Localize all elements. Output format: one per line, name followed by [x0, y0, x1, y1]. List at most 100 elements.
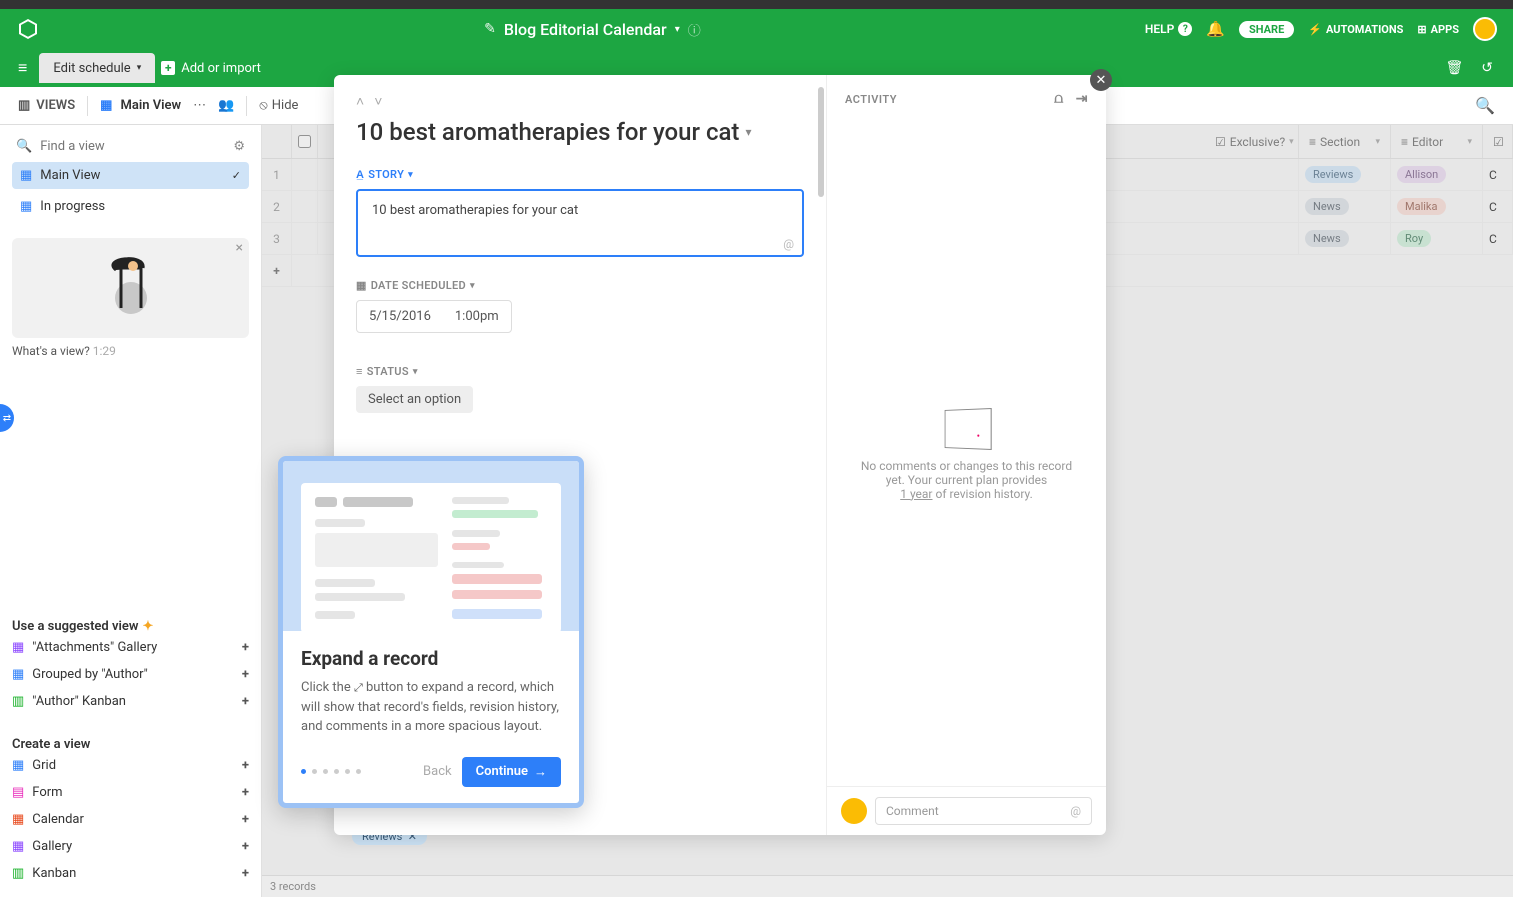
col-label: Section [1320, 135, 1360, 149]
suggested-author-kanban[interactable]: ▥"Author" Kanban+ [12, 688, 249, 715]
avatar[interactable] [1473, 17, 1497, 41]
search-icon[interactable]: 🔍 [1475, 96, 1495, 115]
time-value: 1:00pm [443, 301, 511, 332]
history-icon[interactable]: ↺ [1481, 60, 1493, 76]
cell-section[interactable]: News [1299, 191, 1391, 222]
col-editor[interactable]: ≡Editor▾ [1391, 125, 1483, 158]
promo-caption[interactable]: What's a view? 1:29 [12, 344, 249, 358]
edit-title-icon[interactable]: ✎ [484, 21, 496, 37]
caret-icon[interactable]: ▾ [1289, 137, 1294, 147]
field-label-status[interactable]: ≡ STATUS ▾ [356, 365, 804, 378]
automations-button[interactable]: ⚡ AUTOMATIONS [1308, 23, 1403, 36]
mention-icon[interactable]: @ [1070, 804, 1081, 818]
sidebar-view-inprogress[interactable]: ▦ In progress [12, 193, 249, 220]
share-button[interactable]: SHARE [1239, 21, 1294, 38]
suggested-grouped-author[interactable]: ▦Grouped by "Author"+ [12, 661, 249, 688]
status-select[interactable]: Select an option [356, 386, 473, 413]
rss-icon[interactable]: ⩍ [1054, 91, 1064, 107]
row-checkbox-cell[interactable] [292, 191, 318, 222]
title-menu-caret-icon[interactable]: ▾ [745, 125, 751, 139]
help-button[interactable]: HELP ? [1145, 22, 1192, 36]
cell-exclusive[interactable] [1205, 159, 1299, 190]
create-calendar[interactable]: ▦Calendar+ [12, 806, 249, 833]
tab-edit-schedule[interactable]: Edit schedule ▾ [39, 53, 155, 83]
plus-icon[interactable]: + [242, 839, 249, 854]
row-checkbox-cell[interactable] [292, 223, 318, 254]
comment-input[interactable]: Comment @ [875, 797, 1092, 825]
add-or-import-button[interactable]: + Add or import [161, 61, 261, 76]
caret-icon[interactable]: ▾ [1375, 137, 1380, 147]
record-title[interactable]: 10 best aromatherapies for your cat ▾ [356, 118, 804, 146]
field-label-story[interactable]: A̲ STORY ▾ [356, 168, 804, 181]
plus-icon[interactable]: + [242, 667, 249, 682]
field-menu-caret-icon[interactable]: ▾ [408, 170, 413, 180]
create-gallery[interactable]: ▦Gallery+ [12, 833, 249, 860]
date-input[interactable]: 5/15/2016 1:00pm [356, 300, 512, 333]
caret-icon[interactable]: ▾ [1467, 137, 1472, 147]
row-checkbox-cell[interactable] [292, 159, 318, 190]
select-all-checkbox[interactable] [298, 135, 311, 148]
col-more[interactable]: ☑ [1483, 125, 1513, 158]
calendar-icon: ▦ [12, 812, 24, 827]
create-grid[interactable]: ▦Grid+ [12, 752, 249, 779]
grid-icon: ▦ [20, 199, 32, 214]
plus-icon[interactable]: + [242, 866, 249, 881]
story-input[interactable]: 10 best aromatherapies for your cat @ [356, 189, 804, 257]
cell-editor[interactable]: Malika [1391, 191, 1483, 222]
prev-record-icon[interactable]: ˄ [356, 93, 364, 110]
create-kanban[interactable]: ▥Kanban+ [12, 860, 249, 887]
trash-icon[interactable]: 🗑 [1445, 60, 1463, 76]
plus-icon[interactable]: + [242, 640, 249, 655]
base-title[interactable]: Blog Editorial Calendar [504, 20, 667, 39]
share-view-icon[interactable]: 👥 [218, 98, 234, 113]
more-icon[interactable]: ⋯ [193, 98, 206, 113]
apps-button[interactable]: ⊞ APPS [1417, 23, 1459, 36]
create-form[interactable]: ▤Form+ [12, 779, 249, 806]
grid-icon: ▦ [12, 758, 24, 773]
mention-icon[interactable]: @ [783, 237, 794, 251]
hide-fields-button[interactable]: ⦸ Hide [259, 98, 298, 113]
cell-exclusive[interactable] [1205, 191, 1299, 222]
current-view[interactable]: ▦ Main View [100, 98, 181, 113]
gallery-icon: ▦ [12, 640, 24, 655]
scrollbar[interactable] [818, 87, 824, 197]
field-label-date[interactable]: ▦ DATE SCHEDULED ▾ [356, 279, 804, 292]
checkbox-header[interactable] [292, 125, 318, 158]
plus-icon[interactable]: + [242, 758, 249, 773]
next-record-icon[interactable]: ˅ [374, 93, 382, 110]
table-list-icon[interactable]: ≡ [18, 58, 27, 78]
col-exclusive[interactable]: ☑Exclusive?▾ [1205, 125, 1299, 158]
grid-icon: ▦ [12, 667, 24, 682]
collapse-icon[interactable]: ⇥ [1076, 91, 1088, 107]
col-section[interactable]: ≡Section▾ [1299, 125, 1391, 158]
find-view-input[interactable] [40, 139, 225, 154]
field-menu-caret-icon[interactable]: ▾ [470, 281, 475, 291]
close-button[interactable]: ✕ [1090, 69, 1112, 91]
cell-section[interactable]: News [1299, 223, 1391, 254]
create-view-header: Create a view [12, 737, 249, 752]
field-menu-caret-icon[interactable]: ▾ [413, 367, 418, 377]
plus-icon[interactable]: + [242, 694, 249, 709]
plus-icon[interactable]: + [242, 785, 249, 800]
tour-continue-button[interactable]: Continue → [462, 757, 561, 787]
suggested-attachments-gallery[interactable]: ▦"Attachments" Gallery+ [12, 634, 249, 661]
gallery-icon: ▦ [12, 839, 24, 854]
cell-exclusive[interactable] [1205, 223, 1299, 254]
title-caret-icon[interactable]: ▾ [675, 24, 680, 35]
cell-editor[interactable]: Allison [1391, 159, 1483, 190]
sidebar-view-main[interactable]: ▦ Main View ✓ [12, 162, 249, 189]
cell-end[interactable]: C [1483, 191, 1513, 222]
bell-icon[interactable]: 🔔 [1206, 20, 1225, 38]
close-icon[interactable]: × [236, 240, 243, 256]
plus-icon[interactable]: + [242, 812, 249, 827]
cell-editor[interactable]: Roy [1391, 223, 1483, 254]
cell-section[interactable]: Reviews [1299, 159, 1391, 190]
cell-end[interactable]: C [1483, 159, 1513, 190]
promo-card[interactable]: × [12, 238, 249, 338]
logo-icon[interactable] [16, 17, 40, 41]
views-toggle[interactable]: ▥ VIEWS [18, 98, 75, 113]
cell-end[interactable]: C [1483, 223, 1513, 254]
gear-icon[interactable]: ⚙ [233, 139, 245, 154]
info-icon[interactable]: ⓘ [688, 20, 701, 39]
tour-back-button[interactable]: Back [423, 764, 452, 779]
